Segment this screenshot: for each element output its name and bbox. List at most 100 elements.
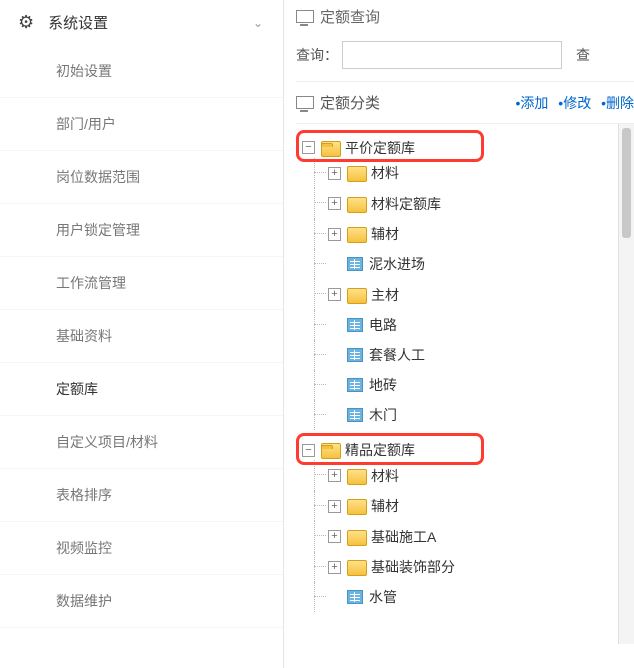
sidebar-item-label: 岗位数据范围 <box>56 169 140 185</box>
expand-icon[interactable]: + <box>328 167 341 180</box>
sidebar-item[interactable]: 自定义项目/材料 <box>0 416 283 469</box>
tree-node: + 辅材 <box>328 219 634 250</box>
folder-icon <box>347 227 365 241</box>
search-input[interactable] <box>342 41 562 69</box>
tree-node: + 基础装饰部分 <box>328 552 634 583</box>
tree-node-label: 地砖 <box>369 375 397 395</box>
tree-node: +辅材 <box>328 491 634 522</box>
folder-icon <box>321 141 339 155</box>
tree-node: −平价定额库+材料+材料定额库+辅材泥水进场+主材电路套餐人工地砖木门 <box>302 132 634 435</box>
toggle-blank <box>328 318 341 331</box>
tree-node-row[interactable]: − 平价定额库 <box>302 138 415 158</box>
tree-node-label: 平价定额库 <box>345 138 415 158</box>
expand-icon[interactable]: + <box>328 228 341 241</box>
link-delete[interactable]: •删除 <box>601 95 634 111</box>
tree-node-row[interactable]: 地砖 <box>328 375 397 395</box>
chevron-down-icon: ⌄ <box>253 16 263 30</box>
sidebar-item[interactable]: 数据维护 <box>0 575 283 628</box>
folder-icon <box>347 530 365 544</box>
scrollbar-thumb[interactable] <box>622 128 631 238</box>
expand-icon[interactable]: + <box>328 500 341 513</box>
sidebar: ⚙ 系统设置 ⌄ 初始设置部门/用户岗位数据范围用户锁定管理工作流管理基础资料定… <box>0 0 284 668</box>
tree-node-label: 基础施工A <box>371 527 436 547</box>
tree-node-label: 泥水进场 <box>369 254 425 274</box>
tree-node-row[interactable]: + 基础装饰部分 <box>328 557 455 577</box>
sidebar-item[interactable]: 表格排序 <box>0 469 283 522</box>
tree-node-label: 材料 <box>371 163 399 183</box>
sidebar-item[interactable]: 定额库 <box>0 363 283 416</box>
tree-node: −精品定额库+材料+辅材+基础施工A+基础装饰部分水管 <box>302 435 634 618</box>
tree-node-label: 基础装饰部分 <box>371 557 455 577</box>
tree-node-row[interactable]: + 材料 <box>328 163 399 183</box>
tree-node: 电路 <box>328 310 634 340</box>
sidebar-item-label: 用户锁定管理 <box>56 222 140 238</box>
sidebar-item-label: 定额库 <box>56 381 98 397</box>
sidebar-item-label: 基础资料 <box>56 328 112 344</box>
sidebar-item-label: 表格排序 <box>56 487 112 503</box>
search-button[interactable]: 查 <box>576 45 590 65</box>
sidebar-item-label: 初始设置 <box>56 63 112 79</box>
expand-icon[interactable]: + <box>328 288 341 301</box>
link-add[interactable]: •添加 <box>516 95 549 111</box>
sidebar-item[interactable]: 初始设置 <box>0 45 283 98</box>
sidebar-item[interactable]: 用户锁定管理 <box>0 204 283 257</box>
expand-icon[interactable]: + <box>328 530 341 543</box>
tree-node-row[interactable]: + 辅材 <box>328 224 399 244</box>
tree-node-label: 辅材 <box>371 224 399 244</box>
collapse-icon[interactable]: − <box>302 444 315 457</box>
sidebar-header-system-settings[interactable]: ⚙ 系统设置 ⌄ <box>0 0 283 45</box>
sidebar-item-label: 视频监控 <box>56 540 112 556</box>
category-tree: −平价定额库+材料+材料定额库+辅材泥水进场+主材电路套餐人工地砖木门−精品定额… <box>296 124 634 617</box>
folder-icon <box>347 499 365 513</box>
folder-icon <box>347 197 365 211</box>
tree-node: 水管 <box>328 582 634 612</box>
tree-node: + 材料 <box>328 158 634 189</box>
toggle-blank <box>328 348 341 361</box>
expand-icon[interactable]: + <box>328 469 341 482</box>
tree-node-label: 精品定额库 <box>345 440 415 460</box>
sidebar-item-label: 数据维护 <box>56 593 112 609</box>
tree-node-row[interactable]: 套餐人工 <box>328 345 425 365</box>
folder-icon <box>347 469 365 483</box>
tree-node-row[interactable]: +材料定额库 <box>328 194 441 214</box>
sidebar-item[interactable]: 工作流管理 <box>0 257 283 310</box>
file-icon <box>347 378 363 392</box>
link-edit[interactable]: •修改 <box>558 95 591 111</box>
search-label: 查询： <box>296 45 338 65</box>
sidebar-item[interactable]: 基础资料 <box>0 310 283 363</box>
sidebar-item[interactable]: 视频监控 <box>0 522 283 575</box>
collapse-icon[interactable]: − <box>302 141 315 154</box>
tree-node-row[interactable]: 水管 <box>328 587 397 607</box>
category-header: 定额分类 •添加 •修改 •删除 <box>296 82 634 124</box>
file-icon <box>347 590 363 604</box>
tree-node-row[interactable]: − 精品定额库 <box>302 440 415 460</box>
file-icon <box>347 348 363 362</box>
tree-node: 木门 <box>328 400 634 430</box>
tree-node-row[interactable]: 电路 <box>328 315 397 335</box>
sidebar-item[interactable]: 岗位数据范围 <box>0 151 283 204</box>
folder-icon <box>347 288 365 302</box>
file-icon <box>347 318 363 332</box>
tree-node-label: 电路 <box>369 315 397 335</box>
toggle-blank <box>328 408 341 421</box>
tree-node-row[interactable]: + 基础施工A <box>328 527 436 547</box>
toggle-blank <box>328 258 341 271</box>
tree-node-row[interactable]: +材料 <box>328 466 399 486</box>
tree-node: +材料 <box>328 460 634 491</box>
expand-icon[interactable]: + <box>328 197 341 210</box>
monitor-icon <box>296 96 312 110</box>
tree-node-row[interactable]: +主材 <box>328 285 399 305</box>
query-title-label: 定额查询 <box>320 6 380 27</box>
tree-wrapper: −平价定额库+材料+材料定额库+辅材泥水进场+主材电路套餐人工地砖木门−精品定额… <box>296 124 634 644</box>
scrollbar-track[interactable] <box>618 124 634 644</box>
expand-icon[interactable]: + <box>328 561 341 574</box>
tree-node-row[interactable]: 泥水进场 <box>328 254 425 274</box>
search-row: 查询： 查 <box>296 33 634 82</box>
tree-node-row[interactable]: +辅材 <box>328 496 399 516</box>
tree-node: 泥水进场 <box>328 249 634 279</box>
sidebar-item[interactable]: 部门/用户 <box>0 98 283 151</box>
tree-node-row[interactable]: 木门 <box>328 405 397 425</box>
category-title-label: 定额分类 <box>320 92 380 113</box>
file-icon <box>347 257 363 271</box>
query-section-title: 定额查询 <box>296 0 634 33</box>
